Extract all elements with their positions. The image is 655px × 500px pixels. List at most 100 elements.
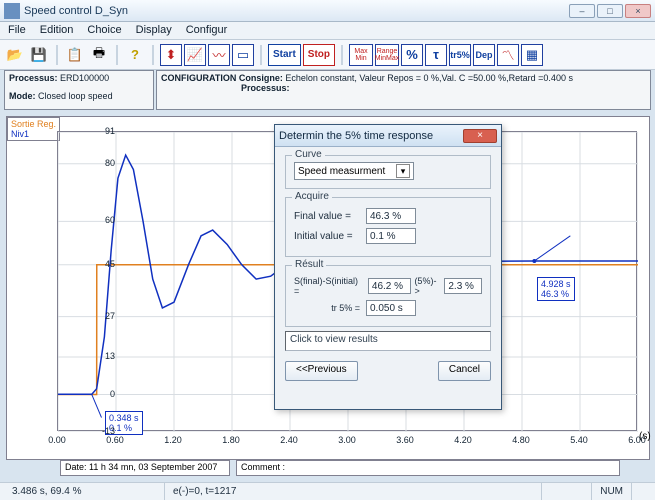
chart-tool-6-icon[interactable]: ▦ (521, 44, 543, 66)
initial-value-field[interactable]: 0.1 % (366, 228, 416, 244)
x-tick-label: 4.80 (512, 435, 530, 445)
x-tick-label: 0.60 (106, 435, 124, 445)
status-mid: e(-)=0, t=1217 (164, 483, 541, 500)
tau-button[interactable]: τ (425, 44, 447, 66)
proc-label: Processus: (241, 83, 290, 93)
diff-value-field: 46.2 % (368, 278, 412, 294)
curve-select[interactable]: Speed measurment ▾ (294, 162, 414, 180)
menu-choice[interactable]: Choice (87, 24, 121, 37)
close-button[interactable]: × (625, 4, 651, 18)
bottom-row: Date: 11 h 34 mn, 03 September 2007 Comm… (60, 460, 620, 476)
x-tick-label: 3.60 (396, 435, 414, 445)
x-tick-label: 0.00 (48, 435, 66, 445)
stop-button[interactable]: Stop (303, 44, 335, 66)
x-tick-label: 2.40 (280, 435, 298, 445)
cancel-button[interactable]: Cancel (438, 361, 491, 381)
chevron-down-icon: ▾ (396, 164, 410, 178)
x-tick-label: 6.00 (628, 435, 646, 445)
dialog-time-response: Determin the 5% time response × Curve Sp… (274, 124, 502, 410)
start-button[interactable]: Start (268, 44, 301, 66)
x-tick-label: 1.80 (222, 435, 240, 445)
info-box-left: Processus: ERD100000 Mode: Closed loop s… (4, 70, 154, 110)
open-icon[interactable]: 📂 (4, 44, 26, 66)
save-icon[interactable]: 💾 (28, 44, 50, 66)
status-num: NUM (591, 483, 631, 500)
date-field: Date: 11 h 34 mn, 03 September 2007 (60, 460, 230, 476)
chart-legend: Sortie Reg. Niv1 (7, 117, 60, 141)
chart-tool-3-icon[interactable]: 〰 (208, 44, 230, 66)
dialog-titlebar: Determin the 5% time response × (275, 125, 501, 147)
x-tick-label: 5.40 (570, 435, 588, 445)
toolbar-divider (152, 45, 154, 65)
consigne-label: Consigne: (239, 73, 283, 83)
window-titlebar: Speed control D_Syn – □ × (0, 0, 655, 22)
annotation-2: 4.928 s46.3 % (537, 277, 575, 301)
range-button[interactable]: Range MinMax (375, 44, 399, 66)
chart-tool-4-icon[interactable]: ▭ (232, 44, 254, 66)
menu-file[interactable]: File (8, 24, 26, 37)
mode-value: Closed loop speed (38, 91, 113, 101)
help-icon[interactable]: ? (124, 44, 146, 66)
print-icon[interactable]: 🖶 (88, 44, 110, 66)
x-tick-label: 1.20 (164, 435, 182, 445)
group-result: Résult S(final)-S(initial) = 46.2 % (5%)… (285, 265, 491, 327)
copy-icon[interactable]: 📋 (64, 44, 86, 66)
maximize-button[interactable]: □ (597, 4, 623, 18)
config-label: CONFIGURATION (161, 73, 236, 83)
toolbar-divider (56, 45, 58, 65)
percent-button[interactable]: % (401, 44, 423, 66)
menu-edition[interactable]: Edition (40, 24, 74, 37)
group-acquire-label: Acquire (292, 191, 332, 202)
diff-label: S(final)-S(initial) = (294, 276, 365, 296)
menu-configur[interactable]: Configur (186, 24, 228, 37)
dialog-button-row: <<Previous Cancel (275, 355, 501, 389)
dep-button[interactable]: Dep (473, 44, 495, 66)
window-buttons: – □ × (569, 4, 651, 18)
comment-label: Comment : (241, 462, 285, 472)
tr5-button[interactable]: tr5% (449, 44, 471, 66)
toolbar-divider (341, 45, 343, 65)
y-tick-label: 0 (71, 389, 115, 399)
dialog-title: Determin the 5% time response (279, 130, 463, 142)
comment-field[interactable]: Comment : (236, 460, 620, 476)
status-coords: 3.486 s, 69.4 % (4, 483, 164, 500)
processus-label: Processus: (9, 73, 58, 83)
initial-value-label: Initial value = (294, 231, 360, 242)
y-tick-label: 13 (71, 351, 115, 361)
chart-tool-1-icon[interactable]: ⬍ (160, 44, 182, 66)
x-tick-label: 4.20 (454, 435, 472, 445)
final-value-field[interactable]: 46.3 % (366, 208, 416, 224)
window-title: Speed control D_Syn (24, 5, 569, 17)
legend-item-1: Sortie Reg. (11, 119, 56, 129)
minimize-button[interactable]: – (569, 4, 595, 18)
tr5-label: tr 5% = (294, 303, 360, 313)
x-tick-label: 3.00 (338, 435, 356, 445)
menubar: File Edition Choice Display Configur (0, 22, 655, 40)
legend-item-2: Niv1 (11, 129, 56, 139)
info-box-right: CONFIGURATION Consigne: Echelon constant… (156, 70, 651, 110)
group-curve: Curve Speed measurment ▾ (285, 155, 491, 189)
chart-tool-5-icon[interactable]: 〽 (497, 44, 519, 66)
results-click-bar[interactable]: Click to view results (285, 331, 491, 351)
toolbar-divider (260, 45, 262, 65)
five-percent-label: (5%)-> (414, 276, 441, 296)
app-icon (4, 3, 20, 19)
y-tick-label: 60 (71, 215, 115, 225)
menu-display[interactable]: Display (136, 24, 172, 37)
tr5-field: 0.050 s (366, 300, 416, 316)
group-curve-label: Curve (292, 149, 325, 160)
group-acquire: Acquire Final value = 46.3 % Initial val… (285, 197, 491, 257)
y-tick-label: 27 (71, 311, 115, 321)
dialog-close-button[interactable]: × (463, 129, 497, 143)
previous-button[interactable]: <<Previous (285, 361, 358, 381)
five-percent-field: 2.3 % (444, 278, 482, 294)
y-tick-label: 80 (71, 158, 115, 168)
processus-value: ERD100000 (60, 73, 109, 83)
final-value-label: Final value = (294, 211, 360, 222)
info-row: Processus: ERD100000 Mode: Closed loop s… (0, 70, 655, 110)
toolbar-divider (116, 45, 118, 65)
maxmin-button[interactable]: Max Min (349, 44, 373, 66)
group-result-label: Résult (292, 259, 326, 270)
mode-label: Mode: (9, 91, 36, 101)
chart-tool-2-icon[interactable]: 📈 (184, 44, 206, 66)
